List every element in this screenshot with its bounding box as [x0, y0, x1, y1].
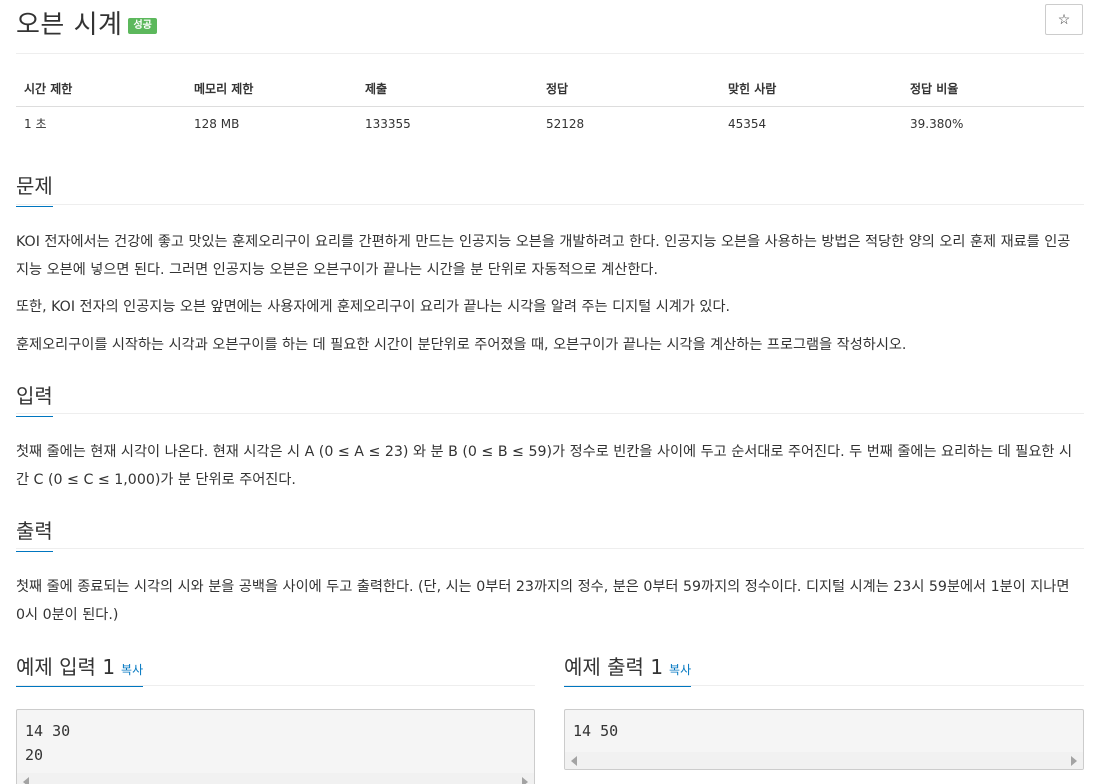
section-divider	[16, 685, 535, 686]
horizontal-scrollbar[interactable]	[17, 773, 534, 784]
table-header-row: 시간 제한 메모리 제한 제출 정답 맞힌 사람 정답 비율	[16, 72, 1084, 107]
output-paragraph: 첫째 줄에 종료되는 시각의 시와 분을 공백을 사이에 두고 출력한다. (단…	[16, 579, 1070, 623]
sample-input-box[interactable]: 14 30 20	[16, 709, 535, 784]
copy-sample-output-button[interactable]: 복사	[669, 663, 691, 677]
input-paragraph: 첫째 줄에는 현재 시각이 나온다. 현재 시각은 시 A (0 ≤ A ≤ 2…	[16, 444, 1073, 488]
scroll-right-icon[interactable]	[522, 777, 528, 784]
header-submissions: 제출	[357, 72, 538, 107]
sample-output-line: 14 50	[573, 722, 619, 740]
title-divider	[16, 53, 1084, 54]
section-heading-input: 입력	[16, 380, 53, 417]
sample-input-line: 20	[25, 746, 44, 764]
section-heading-description: 문제	[16, 170, 53, 207]
star-icon: ☆	[1057, 11, 1071, 27]
description-paragraph: 훈제오리구이를 시작하는 시각과 오븐구이를 하는 데 필요한 시간이 분단위로…	[16, 337, 907, 353]
value-memory-limit: 128 MB	[194, 116, 240, 131]
section-heading-output: 출력	[16, 515, 53, 552]
section-divider	[564, 685, 1084, 686]
header-time-limit: 시간 제한	[16, 72, 186, 107]
sample-output-heading: 예제 출력 1 복사	[564, 651, 692, 687]
section-divider	[16, 204, 1084, 205]
horizontal-scrollbar[interactable]	[565, 752, 1083, 769]
header-memory-limit: 메모리 제한	[186, 72, 357, 107]
scroll-left-icon[interactable]	[571, 756, 577, 766]
status-badge: 성공	[128, 17, 157, 34]
value-submissions: 133355	[365, 116, 411, 131]
header-accept-ratio: 정답 비율	[902, 72, 1084, 107]
favorite-button[interactable]: ☆	[1045, 4, 1083, 35]
header-accepted: 정답	[538, 72, 720, 107]
description-paragraph: 또한, KOI 전자의 인공지능 오븐 앞면에는 사용자에게 훈제오리구이 요리…	[16, 299, 731, 315]
table-row: 1 초 128 MB 133355 52128 45354 39.380%	[16, 107, 1084, 140]
page-title-row: 오븐 시계 성공	[16, 4, 157, 41]
description-paragraph: KOI 전자에서는 건강에 좋고 맛있는 훈제오리구이 요리를 간편하게 만드는…	[16, 234, 1071, 278]
value-accepted: 52128	[546, 116, 585, 131]
value-time-limit: 1 초	[24, 117, 47, 131]
sample-input-heading: 예제 입력 1 복사	[16, 651, 144, 687]
scroll-left-icon[interactable]	[23, 777, 29, 784]
value-accept-ratio: 39.380%	[910, 116, 964, 131]
scroll-right-icon[interactable]	[1071, 756, 1077, 766]
problem-info-table: 시간 제한 메모리 제한 제출 정답 맞힌 사람 정답 비율 1 초 128 M…	[16, 72, 1084, 139]
page-title: 오븐 시계	[16, 10, 123, 40]
copy-sample-input-button[interactable]: 복사	[121, 663, 143, 677]
value-solved-users: 45354	[728, 116, 767, 131]
sample-input-line: 14 30	[25, 722, 71, 740]
sample-output-box[interactable]: 14 50	[564, 709, 1084, 770]
section-divider	[16, 548, 1084, 549]
section-divider	[16, 413, 1084, 414]
header-solved-users: 맞힌 사람	[720, 72, 902, 107]
